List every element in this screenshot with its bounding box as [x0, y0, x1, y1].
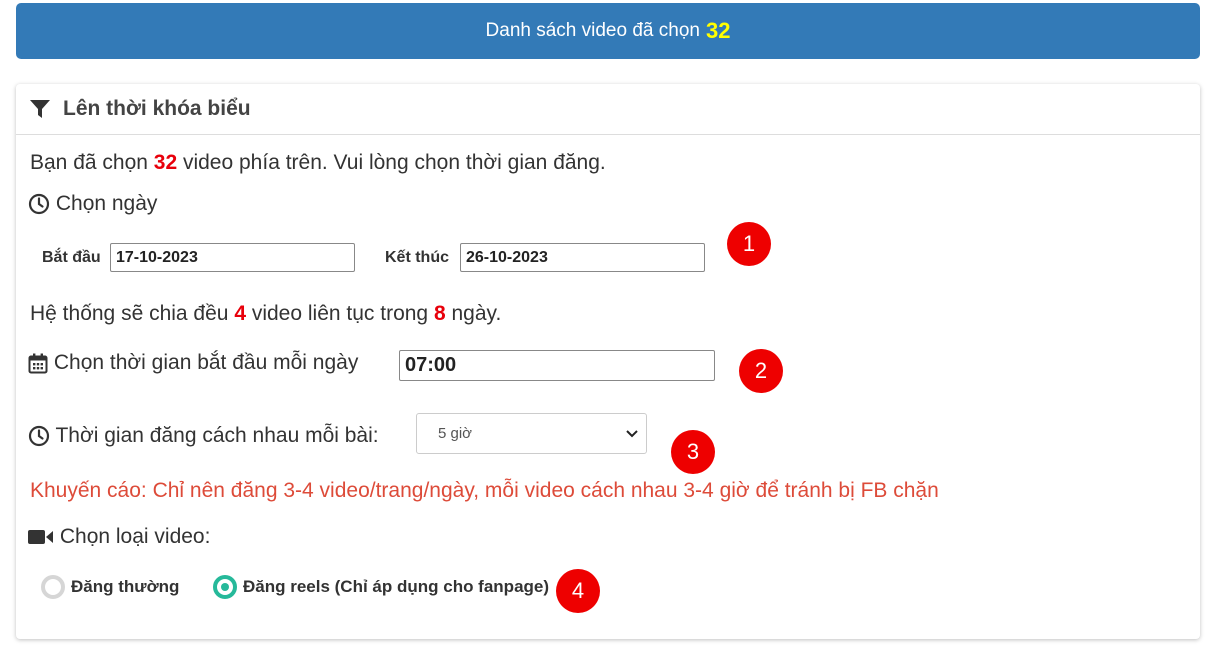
interval-label: Thời gian đăng cách nhau mỗi bài: [28, 424, 379, 448]
warning-text: Khuyến cáo: Chỉ nên đăng 3-4 video/trang… [30, 479, 939, 502]
video-camera-icon [28, 530, 53, 545]
chevron-down-icon [626, 429, 638, 437]
annotation-badge-1: 1 [727, 222, 771, 266]
calendar-icon [28, 353, 48, 374]
annotation-badge-2: 2 [739, 349, 783, 393]
annotation-badge-4: 4 [556, 569, 600, 613]
start-date-label: Bắt đầu [42, 249, 101, 266]
interval-selected-value: 5 giờ [438, 425, 473, 442]
clock-icon [28, 426, 50, 447]
days-count: 8 [433, 302, 446, 325]
end-date-input[interactable]: 26-10-2023 [460, 243, 705, 272]
radio-reels-post[interactable] [213, 575, 237, 599]
radio-normal-post[interactable] [41, 575, 65, 599]
intro-suffix: video phía trên. Vui lòng chọn thời gian… [177, 151, 606, 174]
clock-icon [28, 194, 50, 215]
filter-icon [30, 100, 50, 118]
intro-prefix: Bạn đã chọn [30, 151, 154, 174]
distribution-prefix: Hệ thống sẽ chia đều [30, 302, 235, 325]
start-time-text: Chọn thời gian bắt đầu mỗi ngày [53, 351, 359, 374]
start-time-input[interactable]: 07:00 [399, 350, 715, 381]
interval-text: Thời gian đăng cách nhau mỗi bài: [55, 424, 379, 447]
distribution-suffix: ngày. [445, 302, 502, 325]
start-time-label: Chọn thời gian bắt đầu mỗi ngày [28, 351, 358, 375]
distribution-text: Hệ thống sẽ chia đều 4 video liên tục tr… [30, 302, 501, 326]
radio-normal-post-label[interactable]: Đăng thường [71, 577, 179, 597]
annotation-badge-3: 3 [671, 430, 715, 474]
videos-per-day: 4 [234, 302, 246, 325]
interval-select[interactable]: 5 giờ [416, 413, 647, 454]
distribution-middle: video liên tục trong [246, 302, 434, 325]
video-type-label: Chọn loại video: [28, 525, 210, 549]
end-date-label: Kết thúc [385, 249, 449, 266]
banner-count: 32 [705, 18, 731, 43]
selected-videos-banner: Danh sách video đã chọn 32 [16, 3, 1200, 59]
intro-text: Bạn đã chọn 32 video phía trên. Vui lòng… [30, 151, 606, 175]
radio-reels-post-label[interactable]: Đăng reels (Chỉ áp dụng cho fanpage) [243, 577, 549, 597]
banner-text: Danh sách video đã chọn [485, 20, 700, 41]
schedule-panel: Lên thời khóa biểu Bạn đã chọn 32 video … [16, 84, 1200, 639]
intro-count: 32 [153, 151, 178, 174]
date-section-text: Chọn ngày [55, 192, 158, 215]
video-type-text: Chọn loại video: [59, 525, 211, 548]
panel-title: Lên thời khóa biểu [63, 97, 251, 120]
start-date-input[interactable]: 17-10-2023 [110, 243, 355, 272]
date-section-label: Chọn ngày [28, 192, 157, 216]
panel-header: Lên thời khóa biểu [16, 84, 1200, 135]
